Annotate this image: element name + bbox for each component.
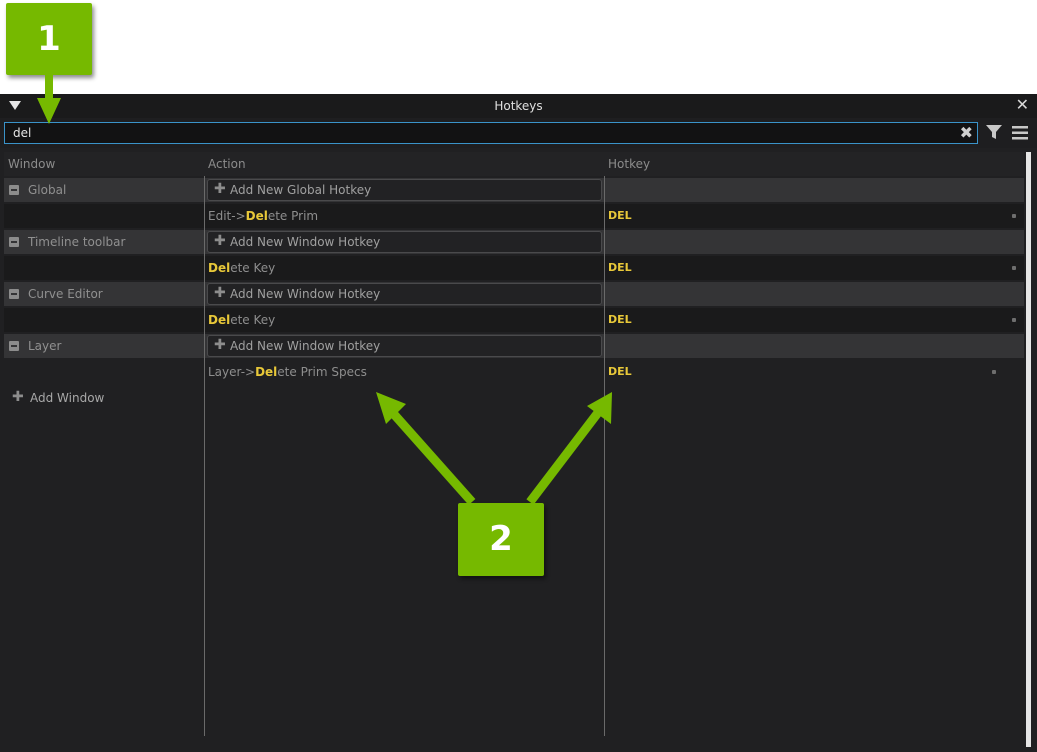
arrow-to-action-column xyxy=(388,409,476,505)
arrow-to-search xyxy=(37,74,61,124)
arrow-to-hotkey-column xyxy=(526,407,604,505)
annotation-arrows xyxy=(37,74,612,505)
callout-label-2: 2 xyxy=(489,519,513,559)
callout-badge-2: 2 xyxy=(458,503,544,576)
